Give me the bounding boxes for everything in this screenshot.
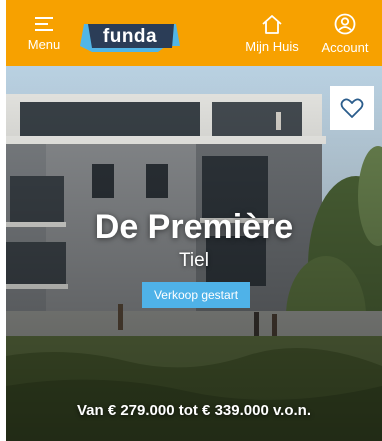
project-city: Tiel xyxy=(179,250,209,271)
account-label: Account xyxy=(321,39,369,55)
menu-button[interactable]: Menu xyxy=(18,0,70,66)
favorite-button[interactable] xyxy=(330,86,374,130)
mijn-huis-label: Mijn Huis xyxy=(245,38,299,54)
price-range: Van € 279.000 tot € 339.000 v.o.n. xyxy=(76,402,312,419)
heart-icon xyxy=(340,98,364,118)
status-badge: Verkoop gestart xyxy=(142,282,250,308)
page: Menu funda Mijn Huis Account De Première… xyxy=(6,0,382,441)
hamburger-icon xyxy=(35,16,53,31)
user-icon xyxy=(334,13,356,34)
logo-text: funda xyxy=(102,26,158,47)
funda-logo[interactable]: funda xyxy=(80,22,180,52)
house-icon xyxy=(262,14,282,34)
menu-label: Menu xyxy=(27,36,61,52)
mijn-huis-button[interactable]: Mijn Huis xyxy=(238,0,306,66)
project-hero[interactable]: De Première Tiel Verkoop gestart Van € 2… xyxy=(6,66,382,441)
top-nav-bar: Menu funda Mijn Huis Account xyxy=(6,0,382,66)
account-button[interactable]: Account xyxy=(312,0,378,66)
project-name: De Première xyxy=(94,208,294,246)
